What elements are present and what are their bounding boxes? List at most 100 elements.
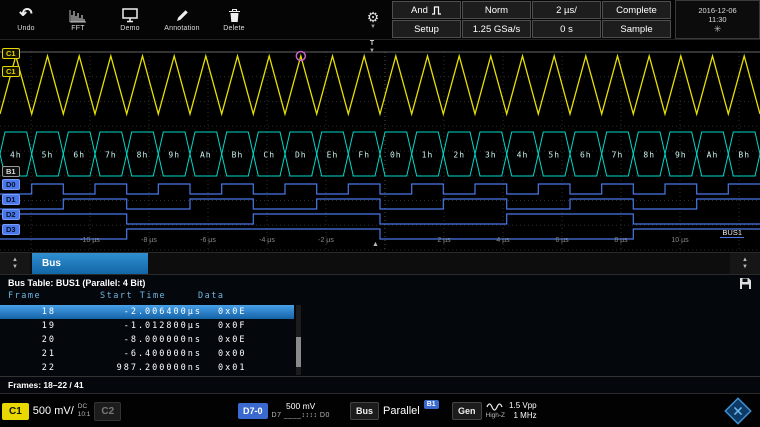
digital-status[interactable]: D7-0 500 mV D7 ____↕↕↕↕ D0 [238, 400, 330, 422]
scrollbar-thumb[interactable] [296, 337, 301, 367]
acq-state-label: Complete [616, 5, 657, 16]
c1-badge[interactable]: C1 [2, 403, 29, 420]
time-label: -10 µs [72, 237, 108, 244]
demo-icon [122, 8, 138, 23]
table-row[interactable]: 20-8.000000ns0x0E [0, 333, 294, 347]
table-cell: -2.006400µs [56, 307, 202, 317]
time-label: -8 µs [131, 237, 167, 244]
trigger-t-label: T [370, 40, 374, 48]
c1-probe: 10:1 [78, 411, 91, 419]
acq-state-button[interactable]: Complete [602, 1, 671, 19]
tab-bus[interactable]: Bus [32, 253, 148, 274]
settings-button[interactable]: ⚙ ▼ [360, 0, 386, 39]
table-cell: 987.200000ns [56, 363, 202, 373]
svg-text:Fh: Fh [358, 151, 370, 160]
c1-ground-marker[interactable]: C1 [2, 66, 20, 77]
frames-summary: Frames: 18–22 / 41 [0, 376, 760, 393]
annotation-button[interactable]: Annotation [156, 0, 208, 39]
c1-position-marker[interactable]: C1 [2, 48, 20, 59]
annotation-label: Annotation [164, 25, 199, 32]
bus-table-rows: 18-2.006400µs0x0E19-1.012800µs0x0F20-8.0… [0, 305, 294, 375]
svg-text:5h: 5h [42, 151, 54, 160]
undo-button[interactable]: ↶ Undo [0, 0, 52, 39]
d70-badge[interactable]: D7-0 [238, 403, 268, 419]
panel-collapse-left[interactable]: ▲ ▼ [0, 253, 30, 274]
d0-channel-marker[interactable]: D0 [2, 179, 20, 190]
waveform-display[interactable]: 4h5h6h7h8h9hAhBhChDhEhFh0h1h2h3h4h5h6h7h… [0, 40, 760, 252]
b1-bus-marker[interactable]: B1 [2, 166, 20, 177]
undo-icon: ↶ [19, 7, 32, 23]
up-icon: ▲ [742, 257, 748, 263]
trigger-mode-button[interactable]: Norm [462, 1, 531, 19]
offset-button[interactable]: 0 s [532, 20, 601, 38]
pulse-icon [431, 6, 442, 15]
waveform-canvas: 4h5h6h7h8h9hAhBhChDhEhFh0h1h2h3h4h5h6h7h… [0, 40, 760, 252]
datetime-display[interactable]: 2016-12-06 11:30 ✳ [675, 0, 760, 39]
time-label: 2 µs [426, 237, 462, 244]
table-row[interactable]: 22987.200000ns0x01 [0, 361, 294, 375]
bus-badge[interactable]: Bus [350, 402, 379, 420]
svg-text:Bh: Bh [232, 151, 244, 160]
save-button[interactable] [739, 277, 752, 295]
d3-channel-marker[interactable]: D3 [2, 224, 20, 235]
d1-channel-marker[interactable]: D1 [2, 194, 20, 205]
trigger-mode-label: Norm [485, 5, 508, 16]
tab-bar-spacer [148, 253, 730, 274]
gen-badge[interactable]: Gen [452, 402, 482, 420]
gen-waveform: High-Z [486, 402, 506, 420]
acq-mode-button[interactable]: Sample [602, 20, 671, 38]
horizontal-position-marker[interactable]: ▲ [372, 241, 379, 248]
panel-collapse-right[interactable]: ▲ ▼ [730, 253, 760, 274]
bus1-label: BUS1 [720, 228, 744, 238]
bus-status[interactable]: Bus Parallel B1 [350, 400, 439, 422]
c1-coupling: DC [78, 403, 87, 411]
table-cell: -1.012800µs [56, 321, 202, 331]
generator-status[interactable]: Gen High-Z 1.5 Vpp 1 MHz [452, 400, 537, 422]
oscilloscope-app: ↶ Undo FFT Demo Annotation Delete ⚙ ▼ An… [0, 0, 760, 427]
setup-label: Setup [414, 24, 439, 35]
channel1-status[interactable]: C1 500 mV/ DC 10:1 C2 [2, 400, 121, 422]
toolbar: ↶ Undo FFT Demo Annotation Delete ⚙ ▼ An… [0, 0, 760, 40]
table-cell: 0x0E [202, 307, 246, 317]
utility-icon: ✳ [714, 24, 722, 34]
delete-button[interactable]: Delete [208, 0, 260, 39]
acquisition-button-grid: And Norm 2 µs/ Complete Setup 1.25 GSa/s… [392, 0, 671, 39]
up-icon: ▲ [12, 257, 18, 263]
table-scrollbar[interactable] [296, 305, 301, 375]
time-label: -2 µs [308, 237, 344, 244]
svg-text:7h: 7h [612, 151, 624, 160]
offset-label: 0 s [560, 24, 573, 35]
fft-button[interactable]: FFT [52, 0, 104, 39]
trigger-position-marker[interactable]: T ▼ [369, 40, 375, 54]
demo-button[interactable]: Demo [104, 0, 156, 39]
svg-text:Ah: Ah [200, 151, 212, 160]
table-cell: 19 [0, 321, 56, 331]
svg-text:5h: 5h [548, 151, 560, 160]
gen-impedance: High-Z [486, 412, 506, 420]
d2-channel-marker[interactable]: D2 [2, 209, 20, 220]
trigger-setup-button[interactable]: Setup [392, 20, 461, 38]
trash-icon [228, 8, 241, 23]
svg-text:Ah: Ah [707, 151, 719, 160]
table-cell: 22 [0, 363, 56, 373]
time-label: -6 µs [190, 237, 226, 244]
samplerate-button[interactable]: 1.25 GSa/s [462, 20, 531, 38]
date-label: 2016-12-06 [698, 6, 736, 15]
down-icon: ▼ [742, 264, 748, 270]
col-start-time: Start Time [100, 291, 166, 301]
table-row[interactable]: 19-1.012800µs0x0F [0, 319, 294, 333]
table-cell: 0x00 [202, 349, 246, 359]
svg-text:6h: 6h [580, 151, 592, 160]
table-row[interactable]: 18-2.006400µs0x0E [0, 305, 294, 319]
table-cell: 0x0E [202, 335, 246, 345]
gear-icon: ⚙ [367, 10, 380, 24]
trigger-type-button[interactable]: And [392, 1, 461, 19]
table-row[interactable]: 21-6.400000ns0x00 [0, 347, 294, 361]
result-tab-bar: ▲ ▼ Bus ▲ ▼ [0, 252, 760, 275]
down-icon: ▼ [12, 264, 18, 270]
c2-badge[interactable]: C2 [94, 402, 121, 421]
trigger-type-label: And [411, 5, 428, 16]
svg-text:1h: 1h [422, 151, 434, 160]
timebase-button[interactable]: 2 µs/ [532, 1, 601, 19]
table-cell: 21 [0, 349, 56, 359]
